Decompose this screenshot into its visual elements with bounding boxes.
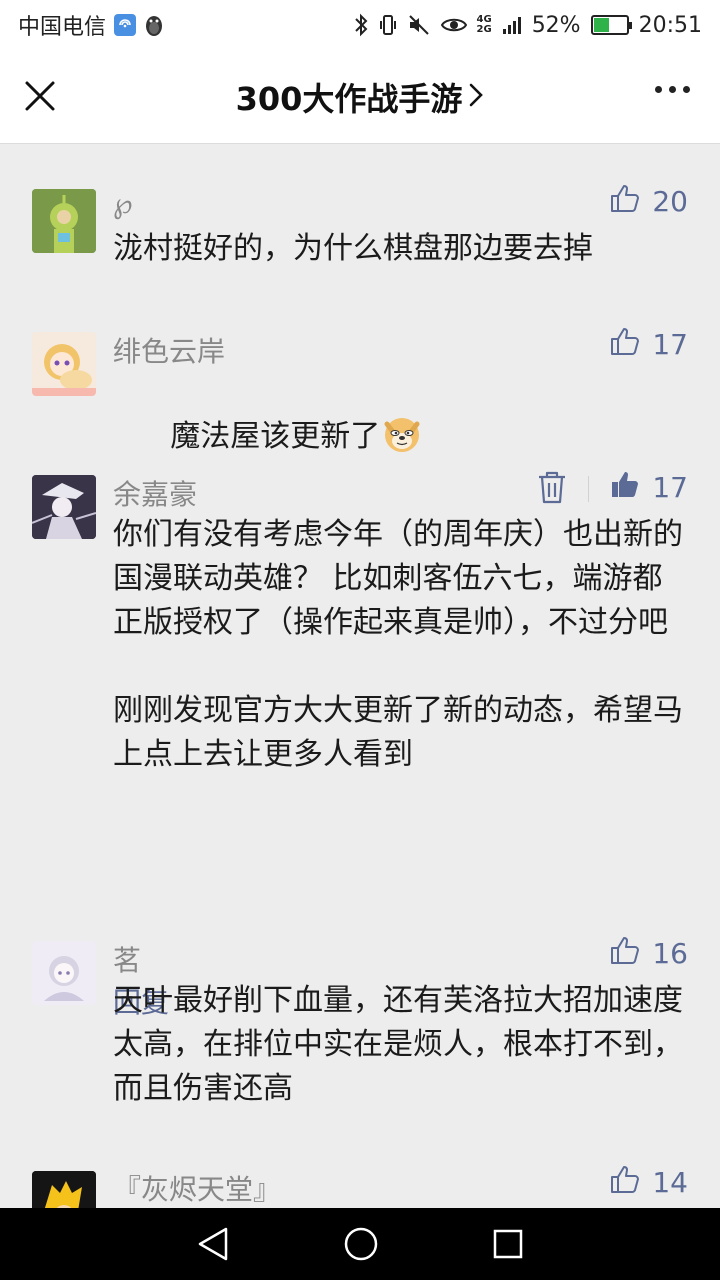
like-count: 14 xyxy=(652,1166,688,1199)
nickname: ℘ xyxy=(113,187,133,220)
nickname: 『灰烬天堂』 xyxy=(113,1173,282,1206)
comment-text-body: 魔法屋该更新了 xyxy=(170,419,381,454)
back-icon[interactable] xyxy=(196,1226,230,1262)
signal-icon xyxy=(502,15,522,35)
battery-percent: 52% xyxy=(531,12,581,38)
like-count: 17 xyxy=(652,328,688,361)
like-button[interactable]: 16 xyxy=(610,935,688,972)
comment-text: 泷村挺好的，为什么棋盘那边要去掉 xyxy=(113,231,593,266)
nickname: 余嘉豪 xyxy=(113,478,198,511)
avatar[interactable] xyxy=(32,189,96,253)
home-icon[interactable] xyxy=(343,1226,379,1262)
recents-icon[interactable] xyxy=(492,1228,524,1260)
like-button[interactable]: 17 xyxy=(610,469,688,506)
like-count: 16 xyxy=(652,937,688,970)
comment-list: ℘ 20 泷村挺好的，为什么棋盘那边要去掉 绯色云岸 17 魔法屋该更新了 余嘉 xyxy=(0,145,720,1208)
close-icon[interactable] xyxy=(22,78,58,114)
thumbs-up-icon xyxy=(610,326,640,363)
like-count: 20 xyxy=(652,185,688,218)
page-title[interactable]: 300大作战手游 xyxy=(236,74,485,120)
clock: 20:51 xyxy=(638,12,702,38)
thumbs-up-icon xyxy=(610,183,640,220)
mute-icon xyxy=(407,13,431,37)
comment-text: 魔法屋该更新了 xyxy=(113,370,688,503)
battery-icon xyxy=(590,15,632,35)
like-button[interactable]: 17 xyxy=(610,326,688,363)
network-type: 4G 2G xyxy=(476,14,492,35)
like-button[interactable]: 14 xyxy=(610,1164,688,1201)
system-nav-bar xyxy=(0,1208,720,1280)
status-bar: 中国电信 4G 2G 52% 20:51 xyxy=(0,0,720,50)
page-title-text: 300大作战手游 xyxy=(235,79,463,118)
comment-text: 天叶最好削下血量，还有芙洛拉大招加速度太高，在排位中实在是烦人，根本打不到，而且… xyxy=(113,983,683,1106)
doge-emoji-icon xyxy=(382,414,422,454)
avatar[interactable] xyxy=(32,332,96,396)
bluetooth-icon xyxy=(353,13,369,37)
nickname: 茗 xyxy=(113,944,142,977)
eye-comfort-icon xyxy=(440,15,467,35)
hd-call-icon xyxy=(114,14,137,36)
avatar[interactable] xyxy=(32,941,96,1005)
avatar[interactable] xyxy=(32,475,96,539)
like-count: 17 xyxy=(652,471,688,504)
thumbs-up-filled-icon xyxy=(610,469,640,506)
divider xyxy=(588,476,589,502)
thumbs-up-icon xyxy=(610,935,640,972)
thumbs-up-icon xyxy=(610,1164,640,1201)
delete-icon[interactable] xyxy=(536,470,568,508)
chevron-right-icon xyxy=(468,78,484,116)
nickname: 绯色云岸 xyxy=(113,335,226,368)
comment-text: 你们有没有考虑今年（的周年庆）也出新的国漫联动英雄？ 比如刺客伍六七，端游都正版… xyxy=(113,517,683,772)
more-options-icon[interactable] xyxy=(655,86,690,93)
avatar[interactable] xyxy=(32,1171,96,1208)
carrier-label: 中国电信 xyxy=(18,15,107,40)
penguin-icon xyxy=(144,13,164,37)
like-button[interactable]: 20 xyxy=(610,183,688,220)
nav-bar: 300大作战手游 xyxy=(0,50,720,144)
vibrate-icon xyxy=(379,13,397,37)
